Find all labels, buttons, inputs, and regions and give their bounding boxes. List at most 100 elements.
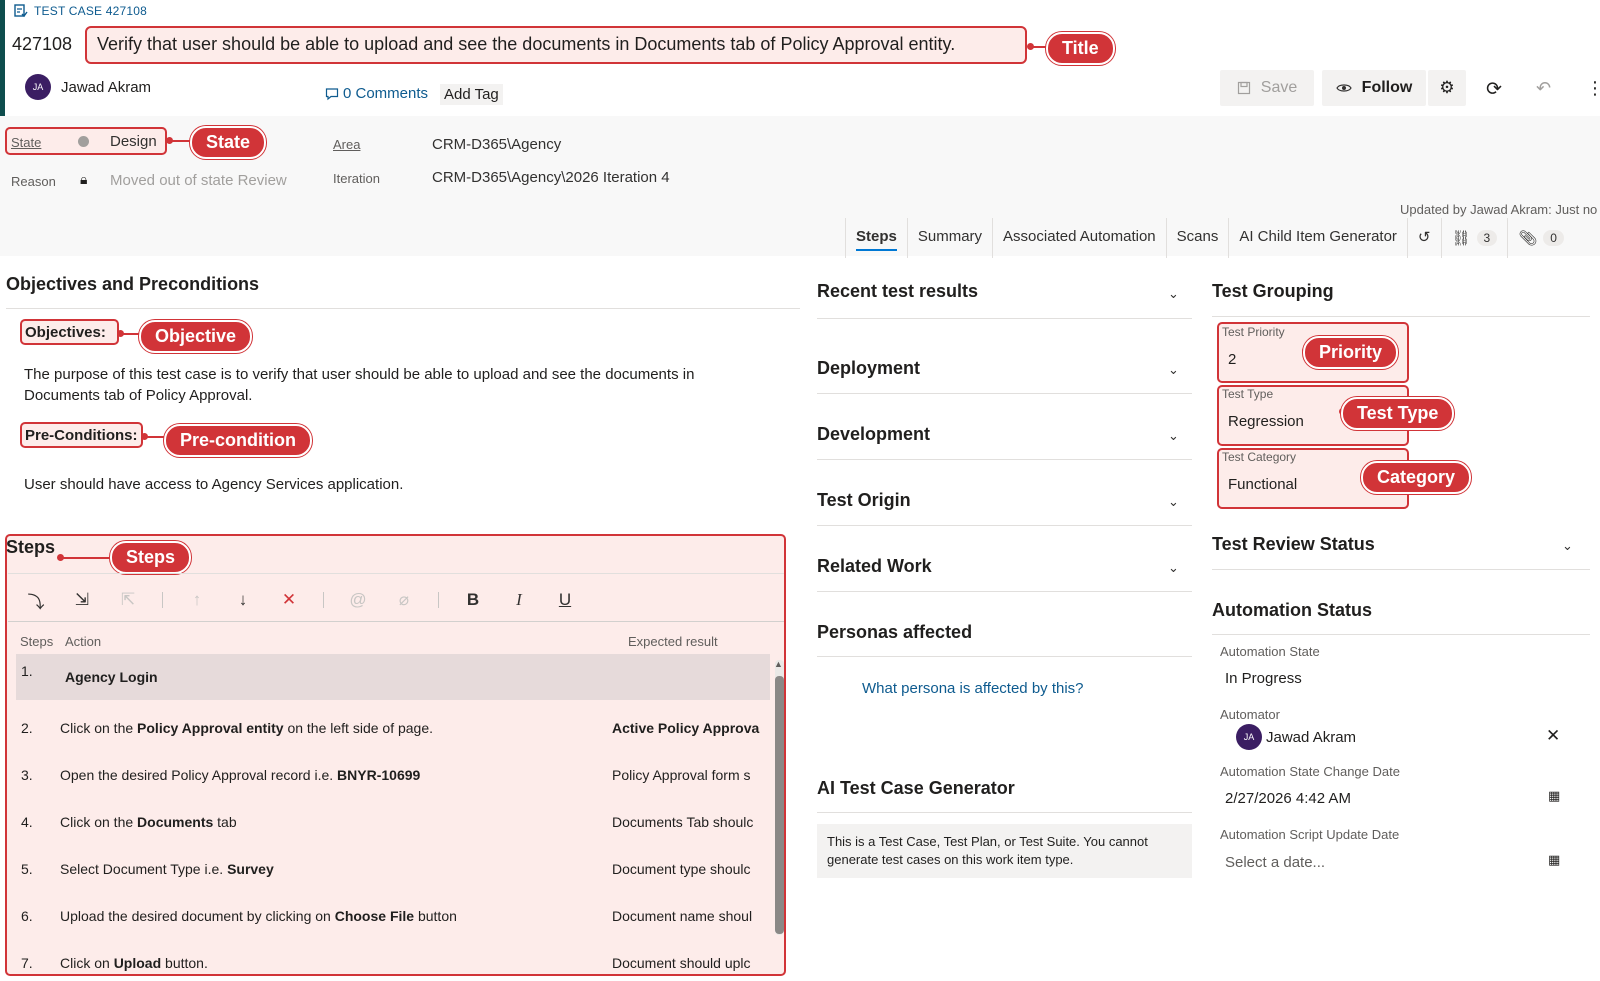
more-options-icon[interactable]: ⋮ xyxy=(1586,78,1600,99)
title-field[interactable]: Verify that user should be able to uploa… xyxy=(85,26,1027,64)
ai-generator-message: This is a Test Case, Test Plan, or Test … xyxy=(817,824,1192,878)
priority-callout: Priority xyxy=(1303,336,1399,369)
step-action-text: Click on the xyxy=(60,719,138,736)
step-action-text: Upload the desired document by clicking … xyxy=(60,907,335,924)
step-number: 1. xyxy=(21,663,33,679)
automation-state-change-date-value[interactable]: 2/27/2026 4:42 AM xyxy=(1225,790,1351,807)
tab-ai-child-item-generator[interactable]: AI Child Item Generator xyxy=(1228,218,1407,258)
comments-count: 0 Comments xyxy=(343,85,429,102)
move-up-icon[interactable]: ↑ xyxy=(185,588,209,612)
preconditions-text[interactable]: User should have access to Agency Servic… xyxy=(24,476,403,493)
chevron-down-icon[interactable]: ⌄ xyxy=(1562,538,1573,554)
step-expected-result[interactable]: Policy Approval form s xyxy=(612,767,770,783)
follow-button[interactable]: Follow xyxy=(1322,70,1426,106)
italic-icon[interactable]: I xyxy=(507,588,531,612)
section-divider xyxy=(817,459,1192,460)
state-label: State xyxy=(11,135,42,150)
step-expected-result[interactable]: Active Policy Approva xyxy=(612,720,770,736)
development-title[interactable]: Development xyxy=(817,424,930,445)
table-row[interactable]: 2. Click on the Policy Approval entity on… xyxy=(16,704,770,751)
calendar-icon[interactable]: ▦ xyxy=(1548,788,1560,804)
tab-history[interactable]: ↺ xyxy=(1406,218,1441,258)
scrollbar-thumb[interactable] xyxy=(775,676,784,934)
table-row[interactable]: 4. Click on the Documents tab Documents Ta… xyxy=(16,798,770,845)
chevron-down-icon[interactable]: ⌄ xyxy=(1168,560,1179,576)
tab-links[interactable]: ⛓ 3 xyxy=(1440,218,1508,258)
toolbar-separator xyxy=(438,592,439,608)
delete-step-icon[interactable]: ✕ xyxy=(277,588,301,612)
step-action[interactable]: Click on the Documents tab xyxy=(60,814,237,830)
insert-shared-steps-icon[interactable]: ⇲ xyxy=(70,588,94,612)
section-divider xyxy=(817,591,1192,592)
insert-parameter-icon[interactable]: @ xyxy=(346,588,370,612)
test-case-icon xyxy=(14,4,28,18)
step-expected-result[interactable]: Document type shoulc xyxy=(612,861,770,877)
expected-result-column-header: Expected result xyxy=(628,634,718,649)
table-row[interactable]: 6. Upload the desired document by clickin… xyxy=(16,892,770,939)
step-action[interactable]: Click on the Policy Approval entity on t… xyxy=(60,720,433,736)
step-action-bold: Upload xyxy=(113,954,162,971)
assignee[interactable]: JA Jawad Akram xyxy=(25,74,151,100)
automation-state-value[interactable]: In Progress xyxy=(1225,670,1302,687)
chevron-down-icon[interactable]: ⌄ xyxy=(1168,494,1179,510)
undo-icon[interactable]: ↶ xyxy=(1536,78,1551,99)
step-action-bold: Survey xyxy=(227,860,274,877)
table-row[interactable]: 7. Click on Upload button. Document should… xyxy=(16,939,770,981)
step-action-text: Select Document Type i.e. xyxy=(60,860,228,877)
step-expected-result[interactable]: Document should uplc xyxy=(612,955,770,971)
test-origin-title[interactable]: Test Origin xyxy=(817,490,911,511)
insert-step-icon[interactable]: ⤵ xyxy=(24,588,48,612)
section-divider xyxy=(817,812,1192,813)
objectives-text[interactable]: The purpose of this test case is to veri… xyxy=(24,364,744,406)
tab-associated-automation[interactable]: Associated Automation xyxy=(992,218,1166,258)
add-tag-button[interactable]: Add Tag xyxy=(440,84,503,105)
comments-link[interactable]: 0 Comments xyxy=(325,85,428,102)
chevron-down-icon[interactable]: ⌄ xyxy=(1168,362,1179,378)
step-action[interactable]: Upload the desired document by clicking … xyxy=(60,908,457,924)
table-row[interactable]: 1. Agency Login xyxy=(16,654,770,700)
chevron-down-icon[interactable]: ⌄ xyxy=(1168,428,1179,444)
tab-attachments[interactable]: 📎︎ 0 xyxy=(1507,218,1574,258)
scroll-up-icon[interactable]: ▲ xyxy=(774,659,783,669)
step-action[interactable]: Click on Upload button. xyxy=(60,955,208,971)
tab-steps[interactable]: Steps xyxy=(845,218,907,258)
iteration-value[interactable]: CRM-D365\Agency\2026 Iteration 4 xyxy=(432,169,670,186)
save-button[interactable]: Save xyxy=(1220,70,1314,106)
move-down-icon[interactable]: ↓ xyxy=(231,588,255,612)
automator-field[interactable]: JA Jawad Akram xyxy=(1236,724,1356,750)
table-row[interactable]: 3. Open the desired Policy Approval recor… xyxy=(16,751,770,798)
step-number: 2. xyxy=(21,719,33,736)
refresh-icon[interactable]: ⟳ xyxy=(1486,78,1502,101)
automation-state-label: Automation State xyxy=(1220,644,1320,659)
step-action[interactable]: Select Document Type i.e. Survey xyxy=(60,861,274,877)
action-column-header: Action xyxy=(65,634,102,649)
steps-scrollbar[interactable] xyxy=(775,660,784,935)
step-action[interactable]: Open the desired Policy Approval record … xyxy=(60,767,420,783)
toolbar-separator xyxy=(323,592,324,608)
clear-icon[interactable]: ✕ xyxy=(1546,726,1560,746)
bold-icon[interactable]: B xyxy=(461,588,485,612)
step-expected-result[interactable]: Document name shoul xyxy=(612,908,770,924)
table-row[interactable]: 5. Select Document Type i.e. Survey Docume… xyxy=(16,845,770,892)
recent-test-results-title[interactable]: Recent test results xyxy=(817,281,978,302)
tab-scans[interactable]: Scans xyxy=(1165,218,1229,258)
settings-button[interactable]: ⚙ xyxy=(1428,70,1466,106)
chevron-down-icon[interactable]: ⌄ xyxy=(1168,286,1179,302)
test-review-status-title[interactable]: Test Review Status xyxy=(1212,534,1375,555)
tab-summary[interactable]: Summary xyxy=(906,218,992,258)
step-action-text: button xyxy=(414,907,457,924)
underline-icon[interactable]: U xyxy=(553,588,577,612)
link-icon: ⛓ xyxy=(1451,230,1471,247)
deployment-title[interactable]: Deployment xyxy=(817,358,920,379)
persona-link[interactable]: What persona is affected by this? xyxy=(862,680,1084,697)
related-work-title[interactable]: Related Work xyxy=(817,556,932,577)
step-action[interactable]: Agency Login xyxy=(65,669,158,685)
calendar-icon[interactable]: ▦ xyxy=(1548,852,1560,868)
create-shared-steps-icon[interactable]: ⇱ xyxy=(116,588,140,612)
attachment-icon[interactable]: ⌀ xyxy=(392,588,416,612)
area-value[interactable]: CRM-D365\Agency xyxy=(432,136,561,153)
automation-script-update-date-input[interactable]: Select a date... xyxy=(1225,854,1325,871)
section-divider xyxy=(817,393,1192,394)
work-item-id: 427108 xyxy=(12,34,73,54)
step-expected-result[interactable]: Documents Tab shoulc xyxy=(612,814,770,830)
